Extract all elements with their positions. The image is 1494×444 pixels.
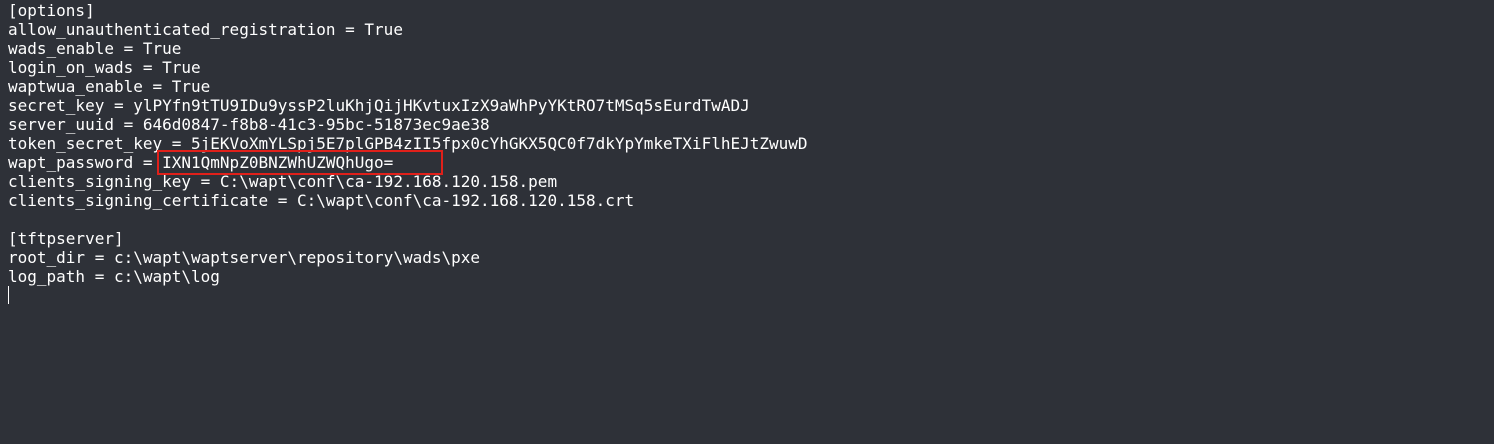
config-line-waptwua-enable: waptwua_enable = True — [8, 77, 211, 96]
config-line-server-uuid: server_uuid = 646d0847-f8b8-41c3-95bc-51… — [8, 115, 490, 134]
config-line-clients-signing-certificate: clients_signing_certificate = C:\wapt\co… — [8, 191, 635, 210]
config-section-header-options: [options] — [8, 1, 95, 20]
terminal-window[interactable]: [options] allow_unauthenticated_registra… — [0, 0, 1494, 444]
config-line-wads-enable: wads_enable = True — [8, 39, 182, 58]
cursor-line[interactable] — [8, 286, 1494, 305]
config-blank-line — [8, 210, 1494, 229]
config-line-root-dir: root_dir = c:\wapt\waptserver\repository… — [8, 248, 481, 267]
config-line-allow-unauthenticated-registration: allow_unauthenticated_registration = Tru… — [8, 20, 403, 39]
config-line-log-path: log_path = c:\wapt\log — [8, 267, 220, 286]
config-section-header-tftpserver: [tftpserver] — [8, 229, 124, 248]
password-highlight-box — [157, 150, 443, 175]
config-line-login-on-wads: login_on_wads = True — [8, 58, 201, 77]
config-line-secret-key: secret_key = ylPYfn9tTU9IDu9yssP2luKhjQi… — [8, 96, 750, 115]
text-cursor — [8, 286, 9, 304]
